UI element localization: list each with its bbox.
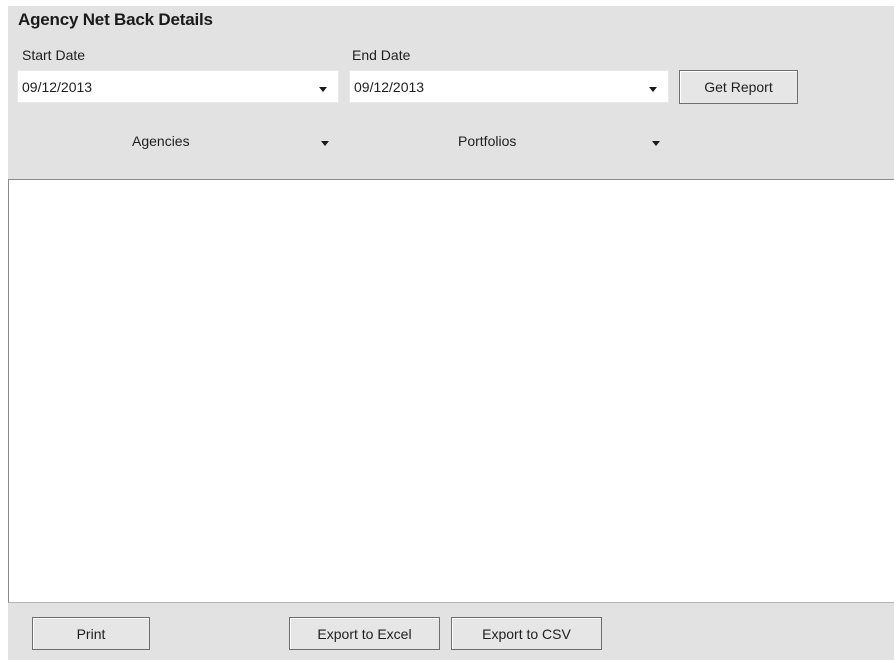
chevron-down-icon[interactable] [647, 134, 665, 152]
end-date-field[interactable]: 09/12/2013 [349, 70, 669, 103]
export-to-excel-button[interactable]: Export to Excel [289, 617, 440, 650]
chevron-down-icon[interactable] [644, 80, 662, 98]
page-title: Agency Net Back Details [18, 10, 213, 29]
agencies-filter-label[interactable]: Agencies [132, 133, 190, 149]
print-button[interactable]: Print [32, 617, 150, 650]
end-date-label: End Date [352, 47, 411, 63]
chevron-down-icon[interactable] [314, 80, 332, 98]
end-date-value: 09/12/2013 [354, 79, 425, 95]
chevron-down-icon[interactable] [316, 134, 334, 152]
get-report-button[interactable]: Get Report [679, 70, 798, 104]
start-date-value: 09/12/2013 [22, 79, 93, 95]
start-date-field[interactable]: 09/12/2013 [17, 70, 339, 103]
portfolios-filter-label[interactable]: Portfolios [458, 133, 516, 149]
export-to-csv-button[interactable]: Export to CSV [451, 617, 602, 650]
report-viewer[interactable] [8, 179, 894, 603]
start-date-label: Start Date [22, 47, 86, 63]
